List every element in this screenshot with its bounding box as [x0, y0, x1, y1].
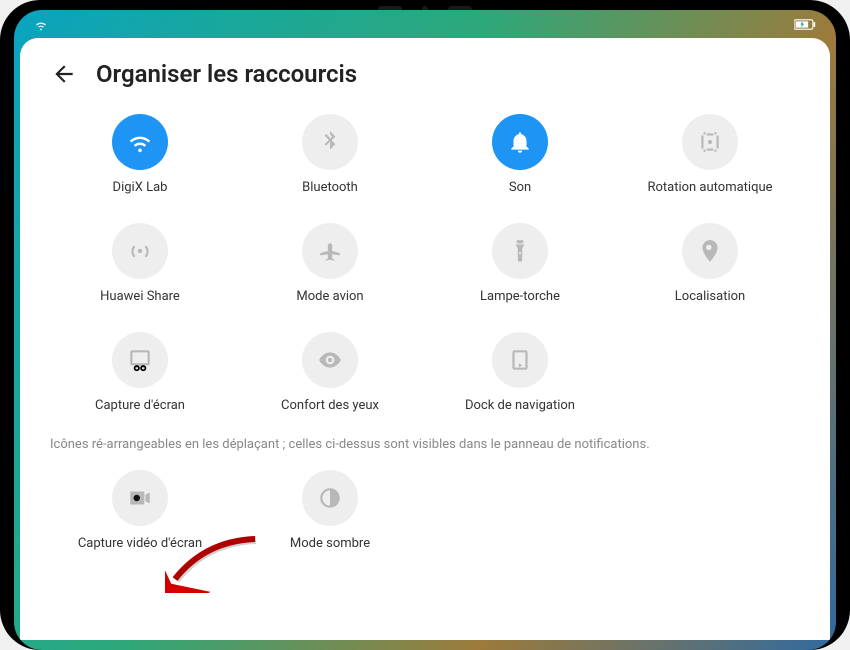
shortcut-label: Capture d'écran [95, 398, 185, 413]
shortcut-tile-airplane[interactable]: Mode avion [240, 223, 420, 304]
airplane-icon [302, 223, 358, 279]
shortcut-tile-torch[interactable]: Lampe-torche [430, 223, 610, 304]
rotate-icon [682, 114, 738, 170]
shortcut-label: DigiX Lab [113, 180, 168, 195]
bluetooth-icon [302, 114, 358, 170]
shortcut-label: Bluetooth [302, 180, 358, 195]
bell-icon [492, 114, 548, 170]
shortcut-tile-location[interactable]: Localisation [620, 223, 800, 304]
shortcut-tile-screenrec[interactable]: Capture vidéo d'écran [50, 470, 230, 551]
shortcut-label: Mode avion [296, 289, 363, 304]
eye-icon [302, 332, 358, 388]
shortcut-label: Lampe-torche [480, 289, 560, 304]
battery-status-icon [794, 19, 816, 33]
tablet-frame: Organiser les raccourcis DigiX Lab Blueto… [0, 0, 850, 650]
shortcut-label: Huawei Share [100, 289, 180, 304]
shortcut-label: Dock de navigation [465, 398, 575, 413]
shortcut-label: Rotation automatique [647, 180, 772, 195]
shortcut-label: Localisation [675, 289, 745, 304]
page-title: Organiser les raccourcis [96, 60, 357, 88]
screenshot-icon [112, 332, 168, 388]
screen: Organiser les raccourcis DigiX Lab Blueto… [14, 10, 836, 650]
shortcut-tile-sound[interactable]: Son [430, 114, 610, 195]
panel-header: Organiser les raccourcis [50, 60, 800, 88]
shortcut-label: Son [509, 180, 531, 195]
shortcut-tile-bluetooth[interactable]: Bluetooth [240, 114, 420, 195]
wifi-status-icon [34, 18, 48, 35]
shortcut-tile-rotation[interactable]: Rotation automatique [620, 114, 800, 195]
videocam-icon [112, 470, 168, 526]
darkmode-icon [302, 470, 358, 526]
flashlight-icon [492, 223, 548, 279]
shortcut-tile-eyecomfort[interactable]: Confort des yeux [240, 332, 420, 413]
back-arrow-icon [51, 61, 77, 87]
shortcut-label: Confort des yeux [281, 398, 379, 413]
shortcut-tile-screenshot[interactable]: Capture d'écran [50, 332, 230, 413]
visible-shortcuts-grid: DigiX Lab Bluetooth Son Rotation automatiqu… [50, 114, 800, 413]
shortcut-tile-wifi[interactable]: DigiX Lab [50, 114, 230, 195]
status-bar [20, 16, 830, 36]
back-button[interactable] [50, 60, 78, 88]
wifi-icon [112, 114, 168, 170]
shortcut-label: Capture vidéo d'écran [78, 536, 202, 551]
shortcut-tile-huaweishare[interactable]: Huawei Share [50, 223, 230, 304]
dock-icon [492, 332, 548, 388]
location-icon [682, 223, 738, 279]
shortcut-tile-darkmode[interactable]: Mode sombre [240, 470, 420, 551]
shortcut-tile-navdock[interactable]: Dock de navigation [430, 332, 610, 413]
broadcast-icon [112, 223, 168, 279]
shortcut-label: Mode sombre [290, 536, 370, 551]
shortcuts-panel: Organiser les raccourcis DigiX Lab Blueto… [20, 38, 830, 640]
hint-text: Icônes ré-arrangeables en les déplaçant … [50, 437, 800, 452]
hidden-shortcuts-grid: Capture vidéo d'écran Mode sombre [50, 470, 800, 551]
